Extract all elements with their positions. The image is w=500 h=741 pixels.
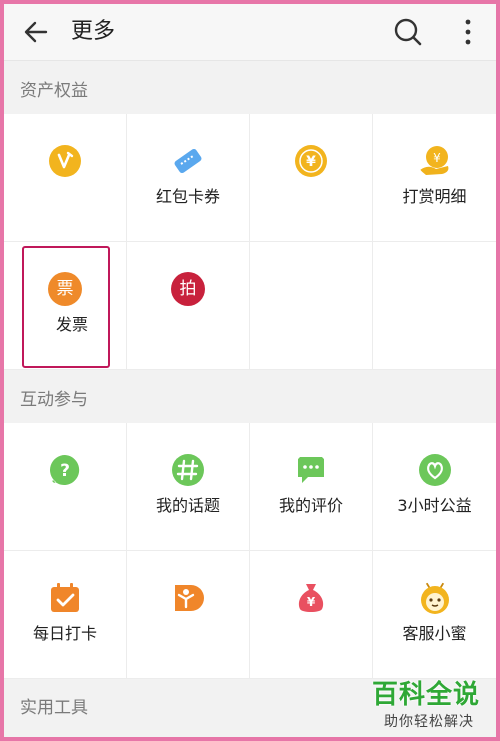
v-coin-icon xyxy=(49,145,81,177)
arrow-left-icon[interactable] xyxy=(22,18,50,46)
grid-item-label: 打赏明细 xyxy=(402,187,467,206)
grid-item-empty xyxy=(373,242,496,370)
comment-icon xyxy=(298,457,324,483)
grid-item-reward-details[interactable]: ¥ 打赏明细 xyxy=(373,114,496,242)
reward-hand-icon: ¥ xyxy=(419,146,448,175)
grid-item-customer-service[interactable]: 客服小蜜 xyxy=(373,551,496,679)
grid-item-yuan-coin[interactable]: ¥ xyxy=(250,114,373,242)
search-icon[interactable] xyxy=(392,16,424,48)
section-title-assets: 资产权益 xyxy=(20,81,88,101)
charity-heart-icon xyxy=(418,454,451,486)
svg-text:?: ? xyxy=(60,461,70,481)
grid-item-v-coin[interactable] xyxy=(4,114,127,242)
bee-assistant-icon xyxy=(420,581,449,614)
yuan-coin-icon: ¥ xyxy=(295,145,327,177)
watermark-subtitle: 助你轻松解决 xyxy=(384,714,474,730)
section-title-interaction: 互动参与 xyxy=(20,390,88,410)
calendar-check-icon xyxy=(51,583,79,612)
top-bar: 更多 xyxy=(4,4,496,61)
money-bag-icon: ¥ xyxy=(298,584,324,612)
grid-item-auction[interactable]: 拍 xyxy=(127,242,250,370)
auction-icon: 拍 xyxy=(171,272,205,306)
grid-item-label: 红包卡券 xyxy=(155,187,220,206)
grid-item-label: 我的评价 xyxy=(278,496,343,515)
section-title-tools: 实用工具 xyxy=(20,698,88,718)
hashtag-icon xyxy=(172,454,204,486)
grid-item-person-badge[interactable] xyxy=(127,551,250,679)
selection-highlight xyxy=(22,246,110,368)
ticket-icon xyxy=(174,148,202,174)
grid-item-label: 3小时公益 xyxy=(397,496,472,515)
app-screen: 更多 资产权益 红包卡券 ¥ ¥ 打赏明细 票 发票 拍 互动参与 ? 我的话题… xyxy=(4,4,496,737)
grid-item-coupons[interactable]: 红包卡券 xyxy=(127,114,250,242)
question-bubble-icon: ? xyxy=(50,455,80,485)
grid-item-label: 我的话题 xyxy=(155,496,220,515)
grid-item-daily-checkin[interactable]: 每日打卡 xyxy=(4,551,127,679)
grid-item-money-bag[interactable]: ¥ xyxy=(250,551,373,679)
grid-item-my-topics[interactable]: 我的话题 xyxy=(127,423,250,551)
svg-text:¥: ¥ xyxy=(433,151,441,165)
grid-item-charity[interactable]: 3小时公益 xyxy=(373,423,496,551)
grid-item-questions[interactable]: ? xyxy=(4,423,127,551)
page-title: 更多 xyxy=(71,19,116,44)
svg-text:¥: ¥ xyxy=(307,595,316,609)
grid-item-label: 每日打卡 xyxy=(32,624,97,643)
watermark-title: 百科全说 xyxy=(372,680,481,710)
interaction-grid: ? 我的话题 我的评价 3小时公益 每日打卡 ¥ 客服小蜜 xyxy=(4,423,496,679)
svg-text:¥: ¥ xyxy=(306,154,316,170)
person-badge-icon xyxy=(175,585,204,611)
more-vertical-icon[interactable] xyxy=(460,16,476,48)
grid-item-my-reviews[interactable]: 我的评价 xyxy=(250,423,373,551)
grid-item-label: 客服小蜜 xyxy=(402,624,467,643)
grid-item-empty xyxy=(250,242,373,370)
